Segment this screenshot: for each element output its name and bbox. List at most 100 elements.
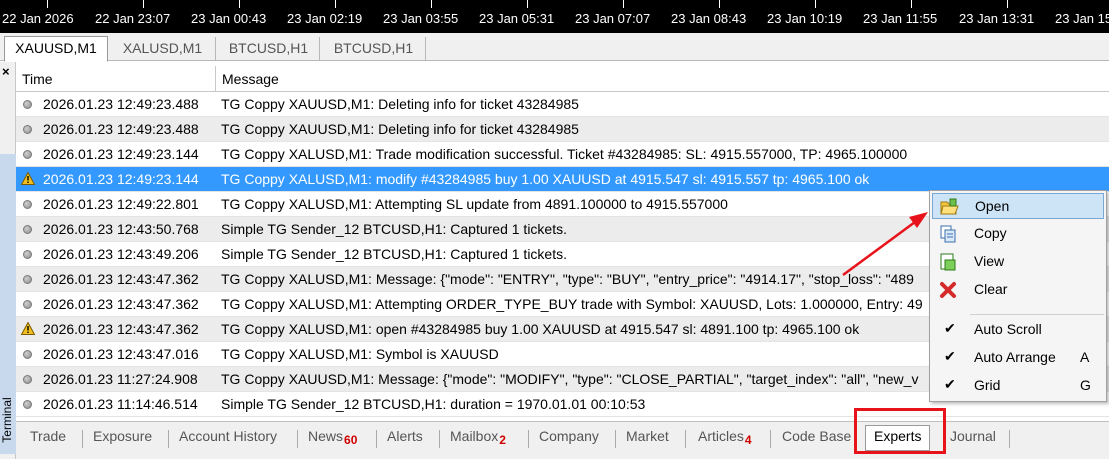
cell-message: TG Coppy XAUUSD,M1: Message: {"mode": "M…	[221, 371, 919, 387]
time-tick	[719, 0, 720, 8]
time-label: 23 Jan 08:43	[671, 11, 747, 26]
table-row[interactable]: 2026.01.23 12:49:23.144 TG Coppy XALUSD,M…	[16, 167, 1109, 192]
time-tick	[911, 0, 912, 8]
time-tick	[815, 0, 816, 8]
time-scale: 22 Jan 2026 22 Jan 23:07 23 Jan 00:43 23…	[0, 0, 1109, 33]
terminal-side-strip: × Terminal	[0, 62, 16, 459]
menu-label-view: View	[974, 253, 1005, 269]
chart-tab-xauusd-m1[interactable]: XAUUSD,M1	[4, 36, 108, 62]
menu-item-grid[interactable]: ✔ Grid G	[932, 373, 1104, 399]
menu-shortcut-auto-arrange: A	[1080, 349, 1090, 365]
tab-label: Trade	[30, 428, 67, 444]
menu-item-clear[interactable]: Clear	[932, 277, 1104, 303]
chart-tab-btcusd-h1-2[interactable]: BTCUSD,H1	[322, 37, 426, 61]
info-dot-icon	[23, 350, 32, 359]
tab-articles[interactable]: Articles4	[698, 428, 752, 450]
copy-icon	[940, 225, 956, 243]
tab-trade[interactable]: Trade	[30, 428, 66, 450]
close-icon[interactable]: ×	[2, 64, 10, 79]
column-header-message[interactable]: Message	[222, 71, 279, 87]
menu-label-auto-arrange: Auto Arrange	[974, 349, 1056, 365]
cell-message: TG Coppy XALUSD,M1: Message: {"mode": "E…	[221, 271, 914, 287]
tab-exposure[interactable]: Exposure	[93, 428, 152, 450]
tab-divider	[376, 430, 377, 448]
cell-message: TG Coppy XAUUSD,M1: Deleting info for ti…	[221, 96, 579, 112]
menu-label-copy: Copy	[974, 225, 1007, 241]
tab-alerts[interactable]: Alerts	[387, 428, 423, 450]
table-row[interactable]: 2026.01.23 12:49:23.488 TG Coppy XAUUSD,M…	[16, 92, 1109, 117]
table-row[interactable]: 2026.01.23 12:49:23.488 TG Coppy XAUUSD,M…	[16, 117, 1109, 142]
clear-x-icon	[940, 282, 956, 298]
cell-time: 2026.01.23 12:49:23.144	[43, 146, 199, 162]
tab-code-base[interactable]: Code Base	[782, 428, 851, 450]
cell-time: 2026.01.23 12:43:50.768	[43, 221, 199, 237]
info-dot-icon	[23, 400, 32, 409]
time-label: 22 Jan 23:07	[95, 11, 171, 26]
time-tick	[431, 0, 432, 8]
menu-item-auto-scroll[interactable]: ✔ Auto Scroll	[932, 317, 1104, 343]
menu-shortcut-grid: G	[1080, 377, 1091, 393]
time-label: 23 Jan 03:55	[383, 11, 459, 26]
time-label: 23 Jan 02:19	[287, 11, 363, 26]
cell-message: TG Coppy XALUSD,M1: modify #43284985 buy…	[221, 171, 870, 187]
time-label: 23 Jan 11:55	[863, 11, 938, 26]
info-dot-icon	[23, 125, 32, 134]
tab-divider	[685, 430, 686, 448]
time-tick	[623, 0, 624, 8]
tab-news[interactable]: News60	[308, 428, 357, 450]
info-dot-icon	[23, 300, 32, 309]
menu-item-copy[interactable]: Copy	[932, 221, 1104, 247]
cell-time: 2026.01.23 12:43:47.362	[43, 271, 199, 287]
context-menu: Open Copy View Clear ✔ Auto Scroll ✔ Aut…	[929, 190, 1107, 402]
cell-message: TG Coppy XALUSD,M1: Trade modification s…	[221, 146, 908, 162]
table-row[interactable]: 2026.01.23 12:49:23.144 TG Coppy XALUSD,M…	[16, 142, 1109, 167]
cell-time: 2026.01.23 12:43:47.362	[43, 321, 199, 337]
cell-message: Simple TG Sender_12 BTCUSD,H1: Captured …	[221, 246, 568, 262]
tab-label: News	[308, 428, 344, 444]
articles-count-badge: 4	[744, 433, 752, 447]
chart-tab-bar: XAUUSD,M1 XALUSD,M1 BTCUSD,H1 BTCUSD,H1	[0, 33, 1109, 62]
checkmark-icon: ✔	[944, 376, 956, 392]
checkmark-icon: ✔	[944, 320, 956, 336]
chart-tab-btcusd-h1[interactable]: BTCUSD,H1	[218, 37, 320, 61]
chart-tab-xalusd-m1[interactable]: XALUSD,M1	[110, 37, 216, 61]
warning-icon	[21, 322, 35, 335]
tab-mailbox[interactable]: Mailbox2	[450, 428, 506, 450]
time-label: 23 Jan 15	[1055, 11, 1109, 26]
tab-label: Journal	[950, 428, 996, 444]
time-label: 23 Jan 07:07	[575, 11, 651, 26]
cell-time: 2026.01.23 12:49:23.488	[43, 96, 199, 112]
info-dot-icon	[23, 100, 32, 109]
menu-item-auto-arrange[interactable]: ✔ Auto Arrange A	[932, 345, 1104, 371]
time-tick	[239, 0, 240, 8]
news-count-badge: 60	[344, 433, 358, 447]
menu-label-clear: Clear	[974, 281, 1008, 297]
cell-message: TG Coppy XAUUSD,M1: Deleting info for ti…	[221, 121, 579, 137]
tab-company[interactable]: Company	[539, 428, 599, 450]
info-dot-icon	[23, 375, 32, 384]
cell-time: 2026.01.23 11:27:24.908	[43, 371, 198, 387]
menu-item-open[interactable]: Open	[932, 193, 1104, 219]
cell-time: 2026.01.23 12:43:47.016	[43, 346, 199, 362]
column-header-time[interactable]: Time	[22, 71, 53, 87]
tab-label: Code Base	[782, 428, 852, 444]
annotation-highlight-box	[854, 408, 946, 454]
tab-market[interactable]: Market	[626, 428, 669, 450]
time-label: 23 Jan 10:19	[767, 11, 843, 26]
tab-label: Account History	[179, 428, 278, 444]
cell-message: TG Coppy XALUSD,M1: Attempting SL update…	[221, 196, 728, 212]
tab-account-history[interactable]: Account History	[179, 428, 277, 450]
menu-label-grid: Grid	[974, 377, 1001, 393]
cell-message: Simple TG Sender_12 BTCUSD,H1: duration …	[221, 396, 646, 412]
menu-item-view[interactable]: View	[932, 249, 1104, 275]
info-dot-icon	[23, 250, 32, 259]
time-label: 23 Jan 00:43	[191, 11, 267, 26]
time-tick	[527, 0, 528, 8]
view-icon	[940, 253, 956, 271]
cell-message: TG Coppy XALUSD,M1: Attempting ORDER_TYP…	[221, 296, 923, 312]
tab-journal[interactable]: Journal	[950, 428, 996, 450]
info-dot-icon	[23, 225, 32, 234]
cell-time: 2026.01.23 12:49:23.144	[43, 171, 199, 187]
tab-divider	[82, 430, 83, 448]
column-divider[interactable]	[215, 66, 216, 92]
